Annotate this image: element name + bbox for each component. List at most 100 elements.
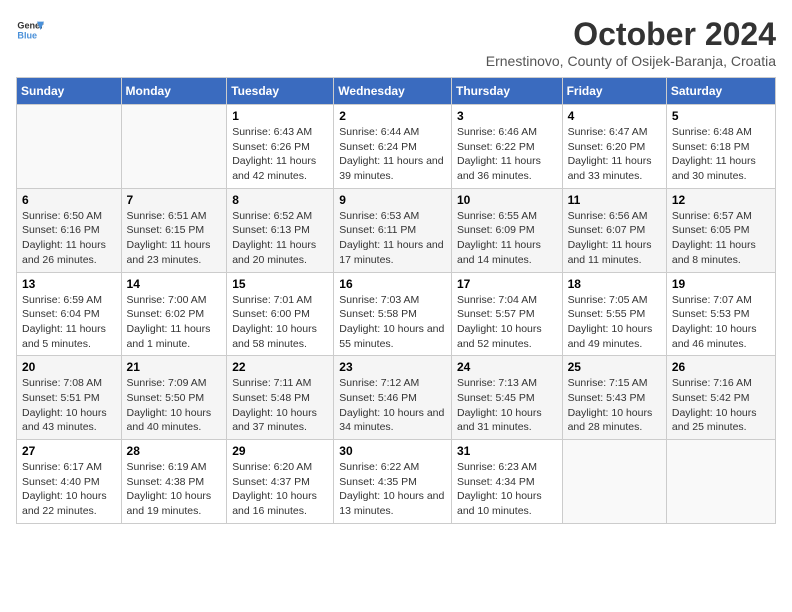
logo: General Blue <box>16 16 44 44</box>
day-info: Sunrise: 7:08 AM Sunset: 5:51 PM Dayligh… <box>22 376 116 435</box>
day-cell: 6 Sunrise: 6:50 AM Sunset: 6:16 PM Daylig… <box>17 188 122 272</box>
title-section: October 2024 Ernestinovo, County of Osij… <box>486 16 776 69</box>
week-row-4: 20 Sunrise: 7:08 AM Sunset: 5:51 PM Dayli… <box>17 356 776 440</box>
day-info: Sunrise: 6:43 AM Sunset: 6:26 PM Dayligh… <box>232 125 328 184</box>
day-number: 24 <box>457 360 557 374</box>
day-number: 20 <box>22 360 116 374</box>
day-info: Sunrise: 7:09 AM Sunset: 5:50 PM Dayligh… <box>127 376 222 435</box>
day-info: Sunrise: 6:23 AM Sunset: 4:34 PM Dayligh… <box>457 460 557 519</box>
day-info: Sunrise: 7:13 AM Sunset: 5:45 PM Dayligh… <box>457 376 557 435</box>
day-number: 6 <box>22 193 116 207</box>
day-cell: 2Sunrise: 6:44 AM Sunset: 6:24 PM Daylig… <box>334 105 452 189</box>
day-info: Sunrise: 6:52 AM Sunset: 6:13 PM Dayligh… <box>232 209 328 268</box>
day-cell: 25 Sunrise: 7:15 AM Sunset: 5:43 PM Dayli… <box>562 356 666 440</box>
day-cell: 15 Sunrise: 7:01 AM Sunset: 6:00 PM Dayli… <box>227 272 334 356</box>
day-cell: 13 Sunrise: 6:59 AM Sunset: 6:04 PM Dayli… <box>17 272 122 356</box>
day-cell: 20 Sunrise: 7:08 AM Sunset: 5:51 PM Dayli… <box>17 356 122 440</box>
week-row-2: 6 Sunrise: 6:50 AM Sunset: 6:16 PM Daylig… <box>17 188 776 272</box>
day-number: 14 <box>127 277 222 291</box>
day-info: Sunrise: 7:11 AM Sunset: 5:48 PM Dayligh… <box>232 376 328 435</box>
day-cell: 11 Sunrise: 6:56 AM Sunset: 6:07 PM Dayli… <box>562 188 666 272</box>
day-cell: 4Sunrise: 6:47 AM Sunset: 6:20 PM Daylig… <box>562 105 666 189</box>
day-cell: 8 Sunrise: 6:52 AM Sunset: 6:13 PM Daylig… <box>227 188 334 272</box>
header-row: SundayMondayTuesdayWednesdayThursdayFrid… <box>17 78 776 105</box>
svg-text:Blue: Blue <box>17 30 37 40</box>
logo-icon: General Blue <box>16 16 44 44</box>
day-cell: 12 Sunrise: 6:57 AM Sunset: 6:05 PM Dayli… <box>666 188 775 272</box>
col-header-tuesday: Tuesday <box>227 78 334 105</box>
day-cell <box>562 440 666 524</box>
day-info: Sunrise: 7:03 AM Sunset: 5:58 PM Dayligh… <box>339 293 446 352</box>
day-number: 19 <box>672 277 770 291</box>
day-info: Sunrise: 6:55 AM Sunset: 6:09 PM Dayligh… <box>457 209 557 268</box>
week-row-5: 27Sunrise: 6:17 AM Sunset: 4:40 PM Dayli… <box>17 440 776 524</box>
day-cell: 14 Sunrise: 7:00 AM Sunset: 6:02 PM Dayli… <box>121 272 227 356</box>
day-cell: 28 Sunrise: 6:19 AM Sunset: 4:38 PM Dayli… <box>121 440 227 524</box>
page-header: General Blue October 2024 Ernestinovo, C… <box>16 16 776 69</box>
day-cell: 27Sunrise: 6:17 AM Sunset: 4:40 PM Dayli… <box>17 440 122 524</box>
month-title: October 2024 <box>486 16 776 53</box>
day-info: Sunrise: 7:12 AM Sunset: 5:46 PM Dayligh… <box>339 376 446 435</box>
day-number: 28 <box>127 444 222 458</box>
day-cell: 19 Sunrise: 7:07 AM Sunset: 5:53 PM Dayli… <box>666 272 775 356</box>
day-info: Sunrise: 7:00 AM Sunset: 6:02 PM Dayligh… <box>127 293 222 352</box>
day-number: 25 <box>568 360 661 374</box>
day-cell: 30Sunrise: 6:22 AM Sunset: 4:35 PM Dayli… <box>334 440 452 524</box>
day-number: 9 <box>339 193 446 207</box>
day-cell: 21 Sunrise: 7:09 AM Sunset: 5:50 PM Dayli… <box>121 356 227 440</box>
day-number: 22 <box>232 360 328 374</box>
day-info: Sunrise: 6:57 AM Sunset: 6:05 PM Dayligh… <box>672 209 770 268</box>
day-cell: 9Sunrise: 6:53 AM Sunset: 6:11 PM Daylig… <box>334 188 452 272</box>
day-info: Sunrise: 7:16 AM Sunset: 5:42 PM Dayligh… <box>672 376 770 435</box>
day-number: 21 <box>127 360 222 374</box>
day-info: Sunrise: 7:05 AM Sunset: 5:55 PM Dayligh… <box>568 293 661 352</box>
day-number: 11 <box>568 193 661 207</box>
day-info: Sunrise: 7:01 AM Sunset: 6:00 PM Dayligh… <box>232 293 328 352</box>
day-number: 30 <box>339 444 446 458</box>
day-cell <box>17 105 122 189</box>
day-number: 26 <box>672 360 770 374</box>
day-info: Sunrise: 7:07 AM Sunset: 5:53 PM Dayligh… <box>672 293 770 352</box>
day-number: 5 <box>672 109 770 123</box>
day-number: 13 <box>22 277 116 291</box>
col-header-friday: Friday <box>562 78 666 105</box>
day-info: Sunrise: 6:59 AM Sunset: 6:04 PM Dayligh… <box>22 293 116 352</box>
day-cell: 18 Sunrise: 7:05 AM Sunset: 5:55 PM Dayli… <box>562 272 666 356</box>
day-number: 18 <box>568 277 661 291</box>
day-cell: 16Sunrise: 7:03 AM Sunset: 5:58 PM Dayli… <box>334 272 452 356</box>
day-cell: 5 Sunrise: 6:48 AM Sunset: 6:18 PM Daylig… <box>666 105 775 189</box>
day-cell <box>666 440 775 524</box>
col-header-wednesday: Wednesday <box>334 78 452 105</box>
day-cell <box>121 105 227 189</box>
day-cell: 7Sunrise: 6:51 AM Sunset: 6:15 PM Daylig… <box>121 188 227 272</box>
week-row-3: 13 Sunrise: 6:59 AM Sunset: 6:04 PM Dayli… <box>17 272 776 356</box>
calendar-table: SundayMondayTuesdayWednesdayThursdayFrid… <box>16 77 776 524</box>
day-number: 3 <box>457 109 557 123</box>
day-info: Sunrise: 6:50 AM Sunset: 6:16 PM Dayligh… <box>22 209 116 268</box>
day-info: Sunrise: 6:46 AM Sunset: 6:22 PM Dayligh… <box>457 125 557 184</box>
day-number: 23 <box>339 360 446 374</box>
day-number: 17 <box>457 277 557 291</box>
day-cell: 10Sunrise: 6:55 AM Sunset: 6:09 PM Dayli… <box>451 188 562 272</box>
day-info: Sunrise: 7:04 AM Sunset: 5:57 PM Dayligh… <box>457 293 557 352</box>
day-info: Sunrise: 6:56 AM Sunset: 6:07 PM Dayligh… <box>568 209 661 268</box>
day-number: 1 <box>232 109 328 123</box>
day-cell: 31Sunrise: 6:23 AM Sunset: 4:34 PM Dayli… <box>451 440 562 524</box>
day-cell: 29Sunrise: 6:20 AM Sunset: 4:37 PM Dayli… <box>227 440 334 524</box>
day-cell: 3 Sunrise: 6:46 AM Sunset: 6:22 PM Daylig… <box>451 105 562 189</box>
day-info: Sunrise: 6:48 AM Sunset: 6:18 PM Dayligh… <box>672 125 770 184</box>
day-info: Sunrise: 6:17 AM Sunset: 4:40 PM Dayligh… <box>22 460 116 519</box>
day-info: Sunrise: 7:15 AM Sunset: 5:43 PM Dayligh… <box>568 376 661 435</box>
day-number: 15 <box>232 277 328 291</box>
day-number: 8 <box>232 193 328 207</box>
day-info: Sunrise: 6:47 AM Sunset: 6:20 PM Dayligh… <box>568 125 661 184</box>
week-row-1: 1 Sunrise: 6:43 AM Sunset: 6:26 PM Daylig… <box>17 105 776 189</box>
col-header-saturday: Saturday <box>666 78 775 105</box>
day-number: 12 <box>672 193 770 207</box>
day-cell: 26 Sunrise: 7:16 AM Sunset: 5:42 PM Dayli… <box>666 356 775 440</box>
day-cell: 23 Sunrise: 7:12 AM Sunset: 5:46 PM Dayli… <box>334 356 452 440</box>
day-cell: 1 Sunrise: 6:43 AM Sunset: 6:26 PM Daylig… <box>227 105 334 189</box>
day-info: Sunrise: 6:44 AM Sunset: 6:24 PM Dayligh… <box>339 125 446 184</box>
day-info: Sunrise: 6:20 AM Sunset: 4:37 PM Dayligh… <box>232 460 328 519</box>
day-info: Sunrise: 6:19 AM Sunset: 4:38 PM Dayligh… <box>127 460 222 519</box>
